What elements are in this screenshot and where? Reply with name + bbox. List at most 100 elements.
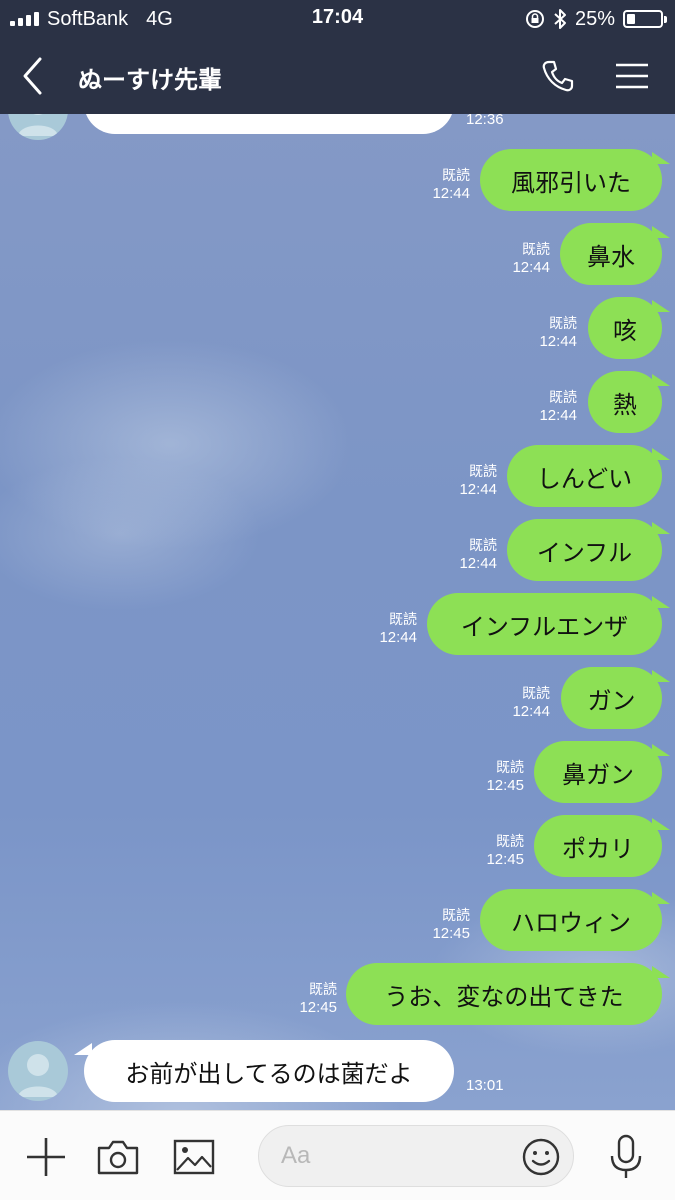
message-time: 12:44 [539,333,577,350]
message-input[interactable] [281,1138,501,1174]
message-time: 12:44 [379,629,417,646]
battery-fill [627,14,635,24]
bubble-tail [652,226,670,238]
message-time: 12:44 [432,185,470,202]
camera-icon [97,1140,139,1175]
image-icon [173,1139,215,1175]
message-bubble-sent[interactable]: 鼻ガン [534,741,662,803]
microphone-icon [610,1134,642,1178]
message-time: 12:45 [486,851,524,868]
message-text: 鼻水 [587,242,635,271]
message-text: 風邪引いた [511,168,631,197]
status-bar: SoftBank 4G 17:04 25% [0,0,675,38]
bubble-tail [652,300,670,312]
add-button[interactable] [22,1133,70,1181]
emoji-button[interactable] [519,1135,563,1179]
message-bubble-sent[interactable]: インフルエンザ [427,593,662,655]
message-meta: 既読 12:44 [379,610,417,648]
read-receipt: 既読 [309,981,337,997]
message-bubble-received[interactable] [84,114,454,134]
battery-icon [623,10,667,28]
message-bubble-sent[interactable]: しんどい [507,445,662,507]
avatar[interactable] [8,114,68,140]
message-meta: 既読 12:44 [512,684,550,722]
read-receipt: 既読 [442,167,470,183]
bubble-tail [652,670,670,682]
chat-header: ぬーすけ先輩 [0,38,675,114]
bubble-tail [652,374,670,386]
message-meta: 既読 12:44 [539,388,577,426]
message-meta: 既読 12:44 [459,462,497,500]
message-bubble-sent[interactable]: 鼻水 [560,223,662,285]
status-right: 25% [525,6,667,32]
bubble-tail [652,818,670,830]
emoji-icon [522,1138,560,1176]
read-receipt: 既読 [469,537,497,553]
message-time: 12:44 [539,407,577,424]
camera-button[interactable] [94,1133,142,1181]
message-text: うお、変なの出てきた [384,982,624,1011]
message-bubble-sent[interactable]: 咳 [588,297,662,359]
chat-area[interactable]: 12:36 既読 12:44 風邪引いた 既読 12:44 鼻水 既読 12:4… [0,114,675,1110]
message-bubble-sent[interactable]: うお、変なの出てきた [346,963,662,1025]
read-receipt: 既読 [549,315,577,331]
message-text: ハロウィン [511,908,631,937]
message-text: 熱 [613,390,637,419]
message-meta: 既読 12:44 [432,166,470,204]
message-meta: 既読 12:45 [299,980,337,1018]
message-text: ポカリ [562,834,634,863]
chat-title: ぬーすけ先輩 [78,66,222,94]
message-time: 12:45 [432,925,470,942]
message-bubble-sent[interactable]: ガン [561,667,662,729]
bubble-tail [652,744,670,756]
message-meta: 既読 12:45 [432,906,470,944]
back-button[interactable] [12,54,52,98]
image-button[interactable] [170,1133,218,1181]
read-receipt: 既読 [522,685,550,701]
message-bubble-sent[interactable]: インフル [507,519,662,581]
message-meta: 既読 12:44 [459,536,497,574]
message-bubble-sent[interactable]: ハロウィン [480,889,662,951]
message-time: 12:45 [299,999,337,1016]
read-receipt: 既読 [469,463,497,479]
message-text: インフルエンザ [460,612,629,641]
message-meta: 既読 12:44 [539,314,577,352]
message-bubble-sent[interactable]: ポカリ [534,815,662,877]
bubble-tail [652,152,670,164]
bluetooth-icon [554,9,566,29]
voice-button[interactable] [602,1133,650,1181]
hamburger-menu-icon [616,63,648,89]
read-receipt: 既読 [496,833,524,849]
default-avatar-icon [18,1054,58,1097]
bubble-tail [652,522,670,534]
message-bubble-received[interactable]: お前が出してるのは菌だよ [84,1040,454,1102]
read-receipt: 既読 [496,759,524,775]
message-time: 12:36 [466,114,504,128]
message-bubble-sent[interactable]: 風邪引いた [480,149,662,211]
message-text: インフル [536,538,633,567]
message-time: 12:44 [459,481,497,498]
menu-button[interactable] [610,54,654,98]
default-avatar-icon [18,114,58,136]
message-meta: 既読 12:45 [486,758,524,796]
bubble-tail [652,596,670,608]
message-text: お前が出してるのは菌だよ [125,1059,413,1088]
message-time: 12:44 [512,703,550,720]
message-input-wrapper [258,1125,574,1187]
message-text: 咳 [613,316,637,345]
message-bubble-sent[interactable]: 熱 [588,371,662,433]
chevron-left-icon [23,57,42,95]
read-receipt: 既読 [389,611,417,627]
message-text: 鼻ガン [562,760,634,789]
bubble-tail [652,966,670,978]
message-text: ガン [587,686,636,715]
message-input-bar [0,1110,675,1200]
message-time: 12:44 [459,555,497,572]
message-time: 12:45 [486,777,524,794]
phone-icon [542,60,574,92]
avatar[interactable] [8,1041,68,1101]
read-receipt: 既読 [522,241,550,257]
bubble-tail [652,448,670,460]
message-time: 12:44 [512,259,550,276]
call-button[interactable] [536,54,580,98]
